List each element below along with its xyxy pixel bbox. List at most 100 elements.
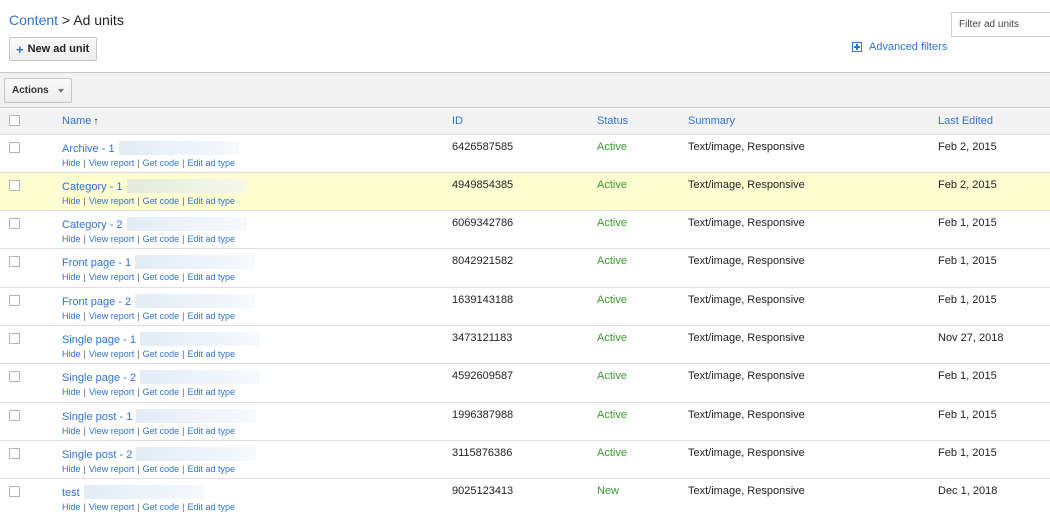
get-code-link[interactable]: Get code <box>143 426 180 436</box>
table-row: Archive - 1 Hide | View report | Get code | Edi… <box>0 134 1050 173</box>
get-code-link[interactable]: Get code <box>143 464 180 474</box>
hide-link[interactable]: Hide <box>62 272 81 282</box>
row-checkbox[interactable] <box>9 486 20 498</box>
get-code-link[interactable]: Get code <box>143 502 180 512</box>
row-checkbox[interactable] <box>9 256 20 268</box>
ad-unit-id: 8042921582 <box>452 255 514 268</box>
last-edited-cell: Feb 1, 2015 <box>938 255 997 268</box>
get-code-link[interactable]: Get code <box>143 234 180 244</box>
separator: | <box>83 348 86 359</box>
status-cell: Active <box>597 408 627 421</box>
row-checkbox[interactable] <box>9 332 20 344</box>
table-row: Category - 2 Hide | View report | Get code | Ed… <box>0 211 1050 249</box>
new-ad-unit-button[interactable]: + New ad unit <box>9 37 98 61</box>
select-all-checkbox[interactable] <box>9 115 20 127</box>
separator: | <box>182 387 185 398</box>
edit-ad-type-link[interactable]: Edit ad type <box>187 272 235 282</box>
row-checkbox[interactable] <box>9 179 20 191</box>
breadcrumb-content-link[interactable]: Content <box>9 12 58 28</box>
row-checkbox[interactable] <box>9 141 20 153</box>
status-cell: Active <box>597 140 627 153</box>
summary-cell: Text/image, Responsive <box>688 255 805 268</box>
row-checkbox[interactable] <box>9 371 20 383</box>
status-cell: New <box>597 485 620 498</box>
ad-unit-id: 6069342786 <box>452 217 514 230</box>
get-code-link[interactable]: Get code <box>143 311 180 321</box>
get-code-link[interactable]: Get code <box>143 158 180 168</box>
ad-unit-name-link[interactable]: Single page - 1 <box>62 334 136 346</box>
row-checkbox[interactable] <box>9 294 20 306</box>
edit-ad-type-link[interactable]: Edit ad type <box>187 464 235 474</box>
advanced-filters-link[interactable]: Advanced filters <box>852 41 947 53</box>
get-code-link[interactable]: Get code <box>143 387 180 397</box>
hide-link[interactable]: Hide <box>62 158 81 168</box>
hide-link[interactable]: Hide <box>62 387 81 397</box>
hide-link[interactable]: Hide <box>62 502 81 512</box>
view-report-link[interactable]: View report <box>89 158 134 168</box>
row-actions: Hide | View report | Get code | Edit ad type <box>62 464 452 474</box>
separator: | <box>137 387 140 398</box>
view-report-link[interactable]: View report <box>89 464 134 474</box>
row-checkbox[interactable] <box>9 409 20 421</box>
edit-ad-type-link[interactable]: Edit ad type <box>187 158 235 168</box>
get-code-link[interactable]: Get code <box>143 272 180 282</box>
edit-ad-type-link[interactable]: Edit ad type <box>187 311 235 321</box>
ad-unit-name-link[interactable]: Front page - 2 <box>62 296 131 308</box>
filter-ad-units-input[interactable] <box>951 12 1050 37</box>
separator: | <box>137 463 140 474</box>
summary-cell: Text/image, Responsive <box>688 178 805 191</box>
hide-link[interactable]: Hide <box>62 426 81 436</box>
edit-ad-type-link[interactable]: Edit ad type <box>187 234 235 244</box>
page-header: Content > Ad units + New ad unit Advance… <box>0 0 1050 73</box>
view-report-link[interactable]: View report <box>89 196 134 206</box>
view-report-link[interactable]: View report <box>89 387 134 397</box>
hide-link[interactable]: Hide <box>62 349 81 359</box>
summary-cell: Text/image, Responsive <box>688 370 805 383</box>
get-code-link[interactable]: Get code <box>143 196 180 206</box>
row-checkbox[interactable] <box>9 447 20 459</box>
ad-unit-name-link[interactable]: Category - 2 <box>62 219 123 231</box>
ad-unit-name-link[interactable]: Archive - 1 <box>62 143 115 155</box>
get-code-link[interactable]: Get code <box>143 349 180 359</box>
column-header-status[interactable]: Status <box>597 109 688 134</box>
actions-toolbar: Actions <box>0 73 1050 108</box>
breadcrumb: Content > Ad units <box>9 12 124 28</box>
ad-unit-name-link[interactable]: Category - 1 <box>62 181 123 193</box>
summary-cell: Text/image, Responsive <box>688 485 805 498</box>
ad-unit-name-link[interactable]: Single post - 1 <box>62 411 132 423</box>
redacted-text <box>135 293 256 308</box>
view-report-link[interactable]: View report <box>89 311 134 321</box>
hide-link[interactable]: Hide <box>62 311 81 321</box>
actions-dropdown[interactable]: Actions <box>4 78 72 103</box>
ad-unit-name-link[interactable]: Single page - 2 <box>62 372 136 384</box>
view-report-link[interactable]: View report <box>89 426 134 436</box>
ad-unit-id: 1996387988 <box>452 408 514 421</box>
edit-ad-type-link[interactable]: Edit ad type <box>187 196 235 206</box>
edit-ad-type-link[interactable]: Edit ad type <box>187 387 235 397</box>
view-report-link[interactable]: View report <box>89 502 134 512</box>
view-report-link[interactable]: View report <box>89 349 134 359</box>
column-header-id[interactable]: ID <box>452 109 597 134</box>
last-edited-cell: Feb 2, 2015 <box>938 140 997 153</box>
view-report-link[interactable]: View report <box>89 234 134 244</box>
hide-link[interactable]: Hide <box>62 196 81 206</box>
edit-ad-type-link[interactable]: Edit ad type <box>187 426 235 436</box>
ad-unit-name-link[interactable]: Single post - 2 <box>62 449 132 461</box>
edit-ad-type-link[interactable]: Edit ad type <box>187 502 235 512</box>
view-report-link[interactable]: View report <box>89 272 134 282</box>
separator: | <box>137 310 140 321</box>
last-edited-cell: Feb 1, 2015 <box>938 217 997 230</box>
ad-unit-id: 1639143188 <box>452 293 514 306</box>
hide-link[interactable]: Hide <box>62 234 81 244</box>
ad-unit-name-link[interactable]: Front page - 1 <box>62 257 131 269</box>
ad-unit-name-link[interactable]: test <box>62 487 80 499</box>
last-edited-cell: Feb 1, 2015 <box>938 408 997 421</box>
edit-ad-type-link[interactable]: Edit ad type <box>187 349 235 359</box>
row-checkbox[interactable] <box>9 218 20 230</box>
breadcrumb-current: Ad units <box>73 12 124 28</box>
column-header-summary[interactable]: Summary <box>688 109 938 134</box>
column-header-last-edited[interactable]: Last Edited <box>938 109 1050 134</box>
column-header-name[interactable]: Name ↑ <box>62 109 452 134</box>
summary-cell: Text/image, Responsive <box>688 408 805 421</box>
hide-link[interactable]: Hide <box>62 464 81 474</box>
